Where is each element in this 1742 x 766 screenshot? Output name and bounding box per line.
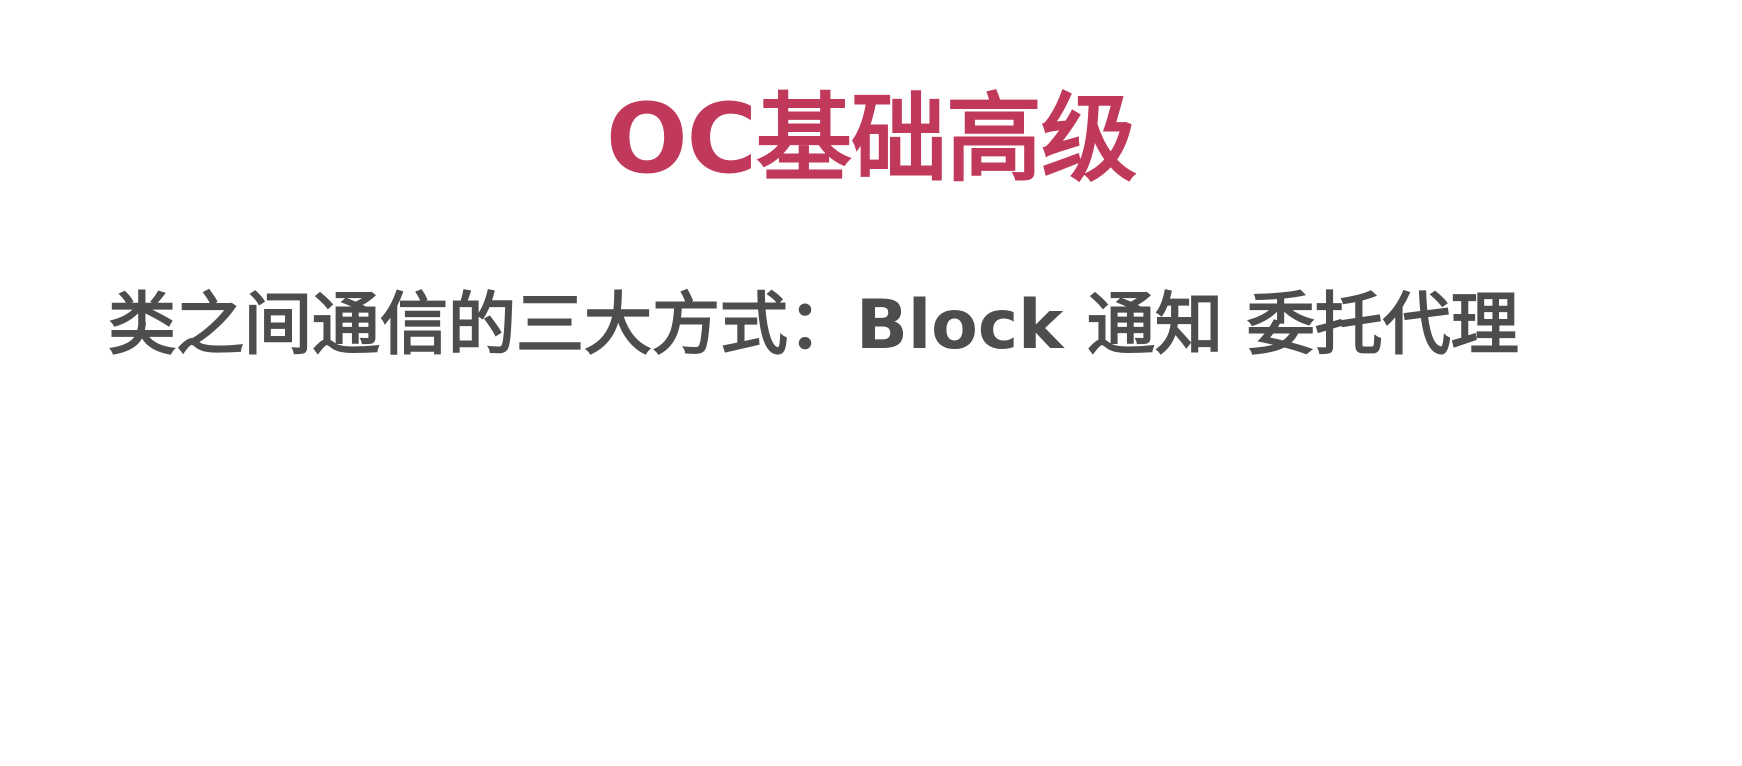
slide-body-line: 类之间通信的三大方式：Block 通知 委托代理 [108,286,1519,365]
slide: OC基础高级 类之间通信的三大方式：Block 通知 委托代理 [0,0,1742,766]
slide-title: OC基础高级 [605,83,1137,195]
